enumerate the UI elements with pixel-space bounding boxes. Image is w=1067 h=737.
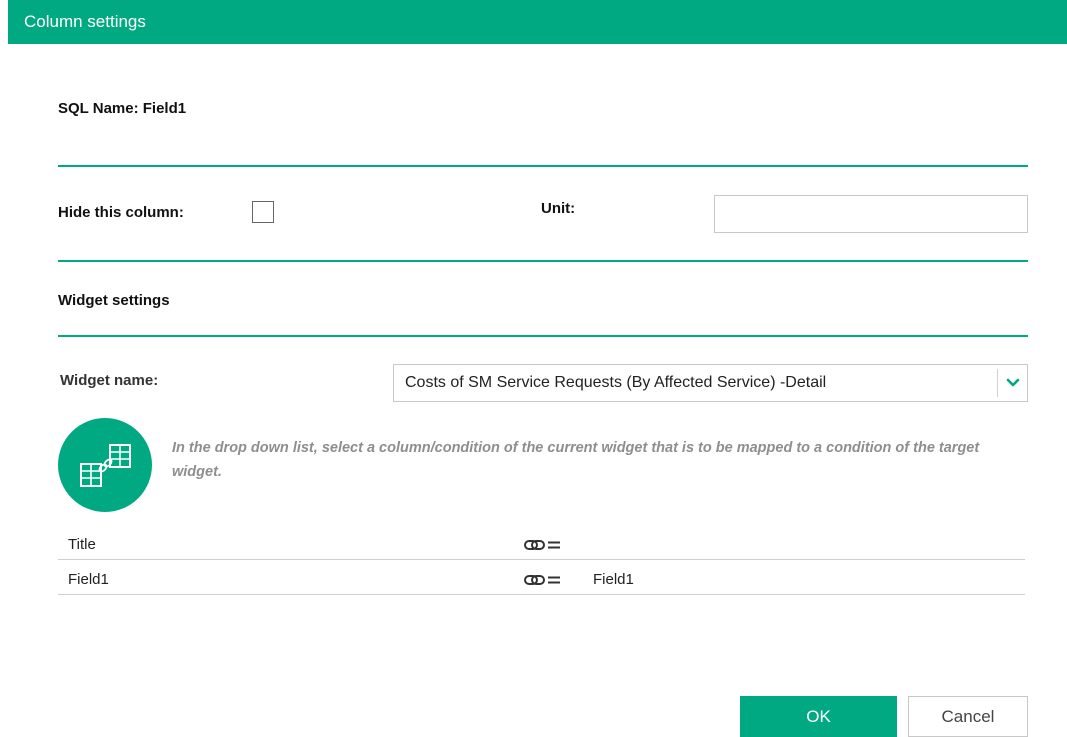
link-equals-icon[interactable] [524, 538, 564, 552]
widget-name-value: Costs of SM Service Requests (By Affecte… [405, 374, 827, 391]
mapping-row: Title [58, 530, 1025, 560]
link-equals-icon[interactable] [524, 573, 564, 587]
widget-name-select[interactable]: Costs of SM Service Requests (By Affecte… [393, 364, 1028, 402]
divider [58, 260, 1028, 262]
mapping-row-column: Field1 [68, 571, 109, 588]
unit-input[interactable] [714, 195, 1028, 233]
widget-name-label: Widget name: [60, 372, 159, 389]
select-separator [997, 369, 998, 397]
mapping-hint-text: In the drop down list, select a column/c… [172, 440, 980, 480]
hide-column-checkbox[interactable] [252, 201, 274, 223]
ok-button[interactable]: OK [740, 696, 897, 737]
hide-column-label: Hide this column: [58, 204, 184, 221]
table-link-icon [58, 418, 152, 512]
mapping-row-column: Title [68, 536, 96, 553]
divider [58, 335, 1028, 337]
sql-name-label: SQL Name: Field1 [58, 100, 187, 117]
mapping-row-target: Field1 [593, 571, 634, 588]
chevron-down-icon[interactable] [1000, 365, 1026, 401]
mapping-row: Field1 Field1 [58, 565, 1025, 595]
widget-settings-heading: Widget settings [58, 292, 170, 309]
divider [58, 165, 1028, 167]
row-separator [58, 559, 1025, 560]
cancel-button[interactable]: Cancel [908, 696, 1028, 737]
row-separator [58, 594, 1025, 595]
unit-label: Unit: [541, 200, 576, 217]
dialog-title: Column settings [8, 0, 1067, 44]
